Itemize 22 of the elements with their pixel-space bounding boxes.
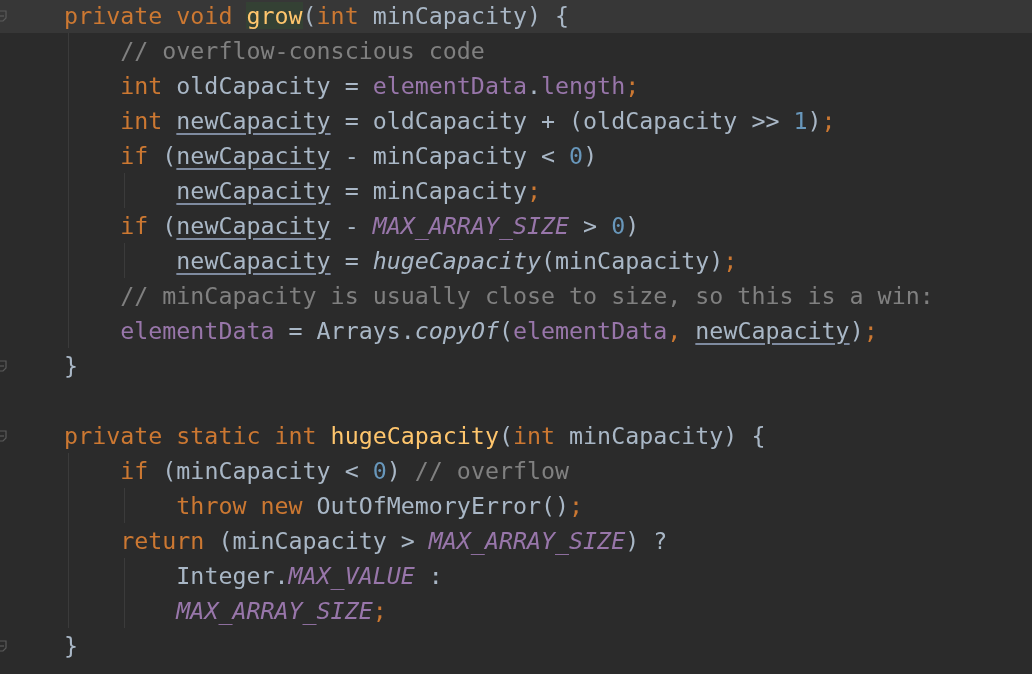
code-line: if (newCapacity - MAX_ARRAY_SIZE > 0): [120, 210, 640, 241]
fold-marker-icon[interactable]: [0, 429, 7, 442]
code-line: // overflow-conscious code: [120, 35, 485, 66]
code-line: Integer.MAX_VALUE :: [176, 560, 443, 591]
code-line: }: [64, 630, 79, 661]
fold-marker-icon[interactable]: [0, 359, 7, 372]
code-line: // minCapacity is usually close to size, so this is a win:: [120, 280, 934, 311]
code-line: int newCapacity = oldCapacity + (oldCapacity >> 1);: [120, 105, 836, 136]
fold-marker-icon[interactable]: [0, 639, 7, 652]
code-line: newCapacity = hugeCapacity(minCapacity);: [176, 245, 738, 276]
code-line: private static int hugeCapacity(int minCapacity) {: [64, 420, 766, 451]
fold-marker-icon[interactable]: [0, 9, 7, 22]
code-line: throw new OutOfMemoryError();: [176, 490, 584, 521]
code-line: private void grow(int minCapacity) {: [64, 0, 570, 31]
code-line: MAX_ARRAY_SIZE;: [176, 595, 387, 626]
code-line: elementData = Arrays.copyOf(elementData, newCapacity);: [120, 315, 878, 346]
code-line: if (newCapacity - minCapacity < 0): [120, 140, 598, 171]
code-line: newCapacity = minCapacity;: [176, 175, 542, 206]
code-line: }: [64, 350, 79, 381]
code-line: int oldCapacity = elementData.length;: [120, 70, 640, 101]
code-line: return (minCapacity > MAX_ARRAY_SIZE) ?: [120, 525, 668, 556]
code-line: if (minCapacity < 0) // overflow: [120, 455, 570, 486]
